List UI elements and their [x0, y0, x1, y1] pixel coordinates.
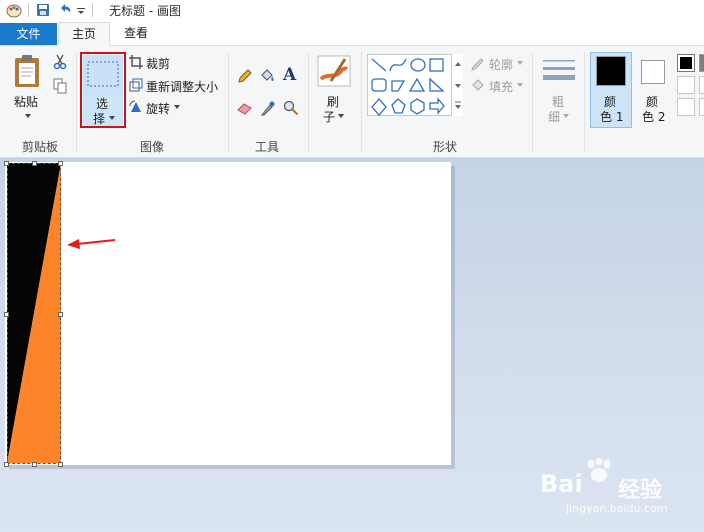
pencil-icon[interactable]: [237, 68, 253, 84]
color-picker-icon[interactable]: [261, 100, 275, 116]
shapes-scroll[interactable]: [451, 54, 463, 116]
rotate-dropdown-icon[interactable]: [173, 104, 181, 110]
title-bar: 无标题 - 画图: [0, 0, 704, 20]
outline-button[interactable]: 轮廓: [489, 56, 513, 73]
outline-dropdown-icon[interactable]: [516, 60, 524, 66]
select-button-bottom: 选 择: [83, 95, 123, 126]
selection-handle[interactable]: [58, 312, 63, 317]
group-separator: [361, 52, 362, 152]
group-label-tools: 工具: [254, 140, 279, 154]
outline-icon[interactable]: [470, 56, 486, 72]
drawing-canvas[interactable]: [5, 162, 451, 465]
group-separator: [532, 52, 533, 152]
paint-app-icon: [6, 4, 22, 18]
eraser-icon[interactable]: [237, 101, 253, 115]
brushes-dropdown-icon[interactable]: [337, 113, 345, 119]
shapes-scroll-arrows-icon: [455, 62, 461, 109]
select-button-top: [83, 55, 123, 95]
paste-dropdown-icon[interactable]: [23, 112, 33, 120]
quick-access-dropdown-icon[interactable]: [76, 2, 86, 18]
paste-button[interactable]: 粘贴: [14, 93, 38, 110]
color1-label-line2[interactable]: 色 1: [600, 108, 623, 125]
select-label-line2: 择: [93, 112, 106, 126]
size-dropdown-icon[interactable]: [562, 113, 570, 119]
selection-handle[interactable]: [32, 462, 37, 467]
palette-swatch[interactable]: [699, 98, 704, 116]
paw-logo-icon: [587, 458, 611, 482]
brushes-icon[interactable]: [317, 55, 351, 87]
color2-swatch[interactable]: [641, 60, 665, 84]
rotate-icon[interactable]: [129, 100, 143, 114]
palette-swatch[interactable]: [677, 76, 695, 94]
baidu-watermark: Bai 经验 jingyan.baidu.com: [536, 458, 696, 518]
crop-button[interactable]: 裁剪: [146, 55, 170, 72]
selection-handle[interactable]: [58, 161, 63, 166]
palette-swatch[interactable]: [677, 98, 695, 116]
select-dropdown-icon: [109, 116, 115, 120]
annotation-arrow: [67, 239, 116, 249]
save-icon[interactable]: [35, 2, 51, 18]
copy-icon[interactable]: [53, 78, 67, 94]
group-label-image: 图像: [139, 140, 164, 154]
color1-swatch: [596, 56, 626, 86]
size-icon[interactable]: [542, 58, 576, 84]
shapes-gallery[interactable]: [367, 54, 463, 116]
select-rectangle-icon: [87, 61, 119, 87]
paste-icon[interactable]: [13, 54, 43, 88]
ribbon-tabs: 文件 主页 查看: [0, 20, 704, 46]
group-separator: [308, 52, 309, 152]
undo-icon[interactable]: [57, 2, 73, 18]
group-separator: [228, 52, 229, 152]
palette-swatch[interactable]: [699, 76, 704, 94]
brushes-label-line2[interactable]: 子: [323, 108, 335, 125]
selection-handle[interactable]: [58, 462, 63, 467]
color2-label-line2[interactable]: 色 2: [642, 108, 665, 125]
group-separator: [76, 52, 77, 152]
cut-icon[interactable]: [53, 54, 67, 70]
tab-file[interactable]: 文件: [0, 23, 57, 45]
size-label-line2[interactable]: 细: [548, 108, 560, 125]
select-button[interactable]: 选 择: [80, 52, 126, 128]
magnifier-icon[interactable]: [283, 100, 299, 116]
text-tool-icon[interactable]: A: [283, 65, 296, 85]
canvas-drawing: [7, 163, 116, 463]
shapes-gallery-icons: [371, 58, 445, 116]
group-label-clipboard: 剪贴板: [21, 140, 58, 154]
watermark-url: jingyan.baidu.com: [566, 502, 668, 515]
palette-swatch-fill: [680, 57, 692, 69]
resize-icon[interactable]: [129, 78, 143, 92]
ribbon: 粘贴 剪贴板 选 择 裁剪 重新调整大小 旋转 图像 A 工具 刷 子 轮廓 填…: [0, 46, 704, 158]
selection-handle[interactable]: [4, 462, 9, 467]
group-separator: [584, 52, 585, 152]
tab-view[interactable]: 查看: [114, 22, 158, 46]
watermark-brand: Bai: [540, 470, 583, 498]
palette-swatch[interactable]: [677, 54, 695, 72]
titlebar-separator: [28, 3, 29, 17]
group-label-shapes: 形状: [432, 140, 457, 154]
fill-button[interactable]: 填充: [489, 78, 513, 95]
crop-icon[interactable]: [129, 55, 143, 69]
titlebar-separator: [92, 3, 93, 17]
rotate-button[interactable]: 旋转: [146, 100, 170, 117]
watermark-brand-cn: 经验: [618, 478, 663, 503]
fill-dropdown-icon[interactable]: [516, 82, 524, 88]
tab-home[interactable]: 主页: [58, 22, 110, 46]
selection-handle[interactable]: [4, 161, 9, 166]
selection-handle[interactable]: [4, 312, 9, 317]
window-title: 无标题 - 画图: [109, 3, 181, 18]
selection-rectangle[interactable]: [7, 163, 61, 464]
selection-handle[interactable]: [32, 161, 37, 166]
resize-button[interactable]: 重新调整大小: [146, 78, 218, 95]
palette-swatch[interactable]: [699, 54, 704, 72]
fill-icon[interactable]: [470, 78, 486, 94]
fill-bucket-icon[interactable]: [259, 68, 275, 84]
